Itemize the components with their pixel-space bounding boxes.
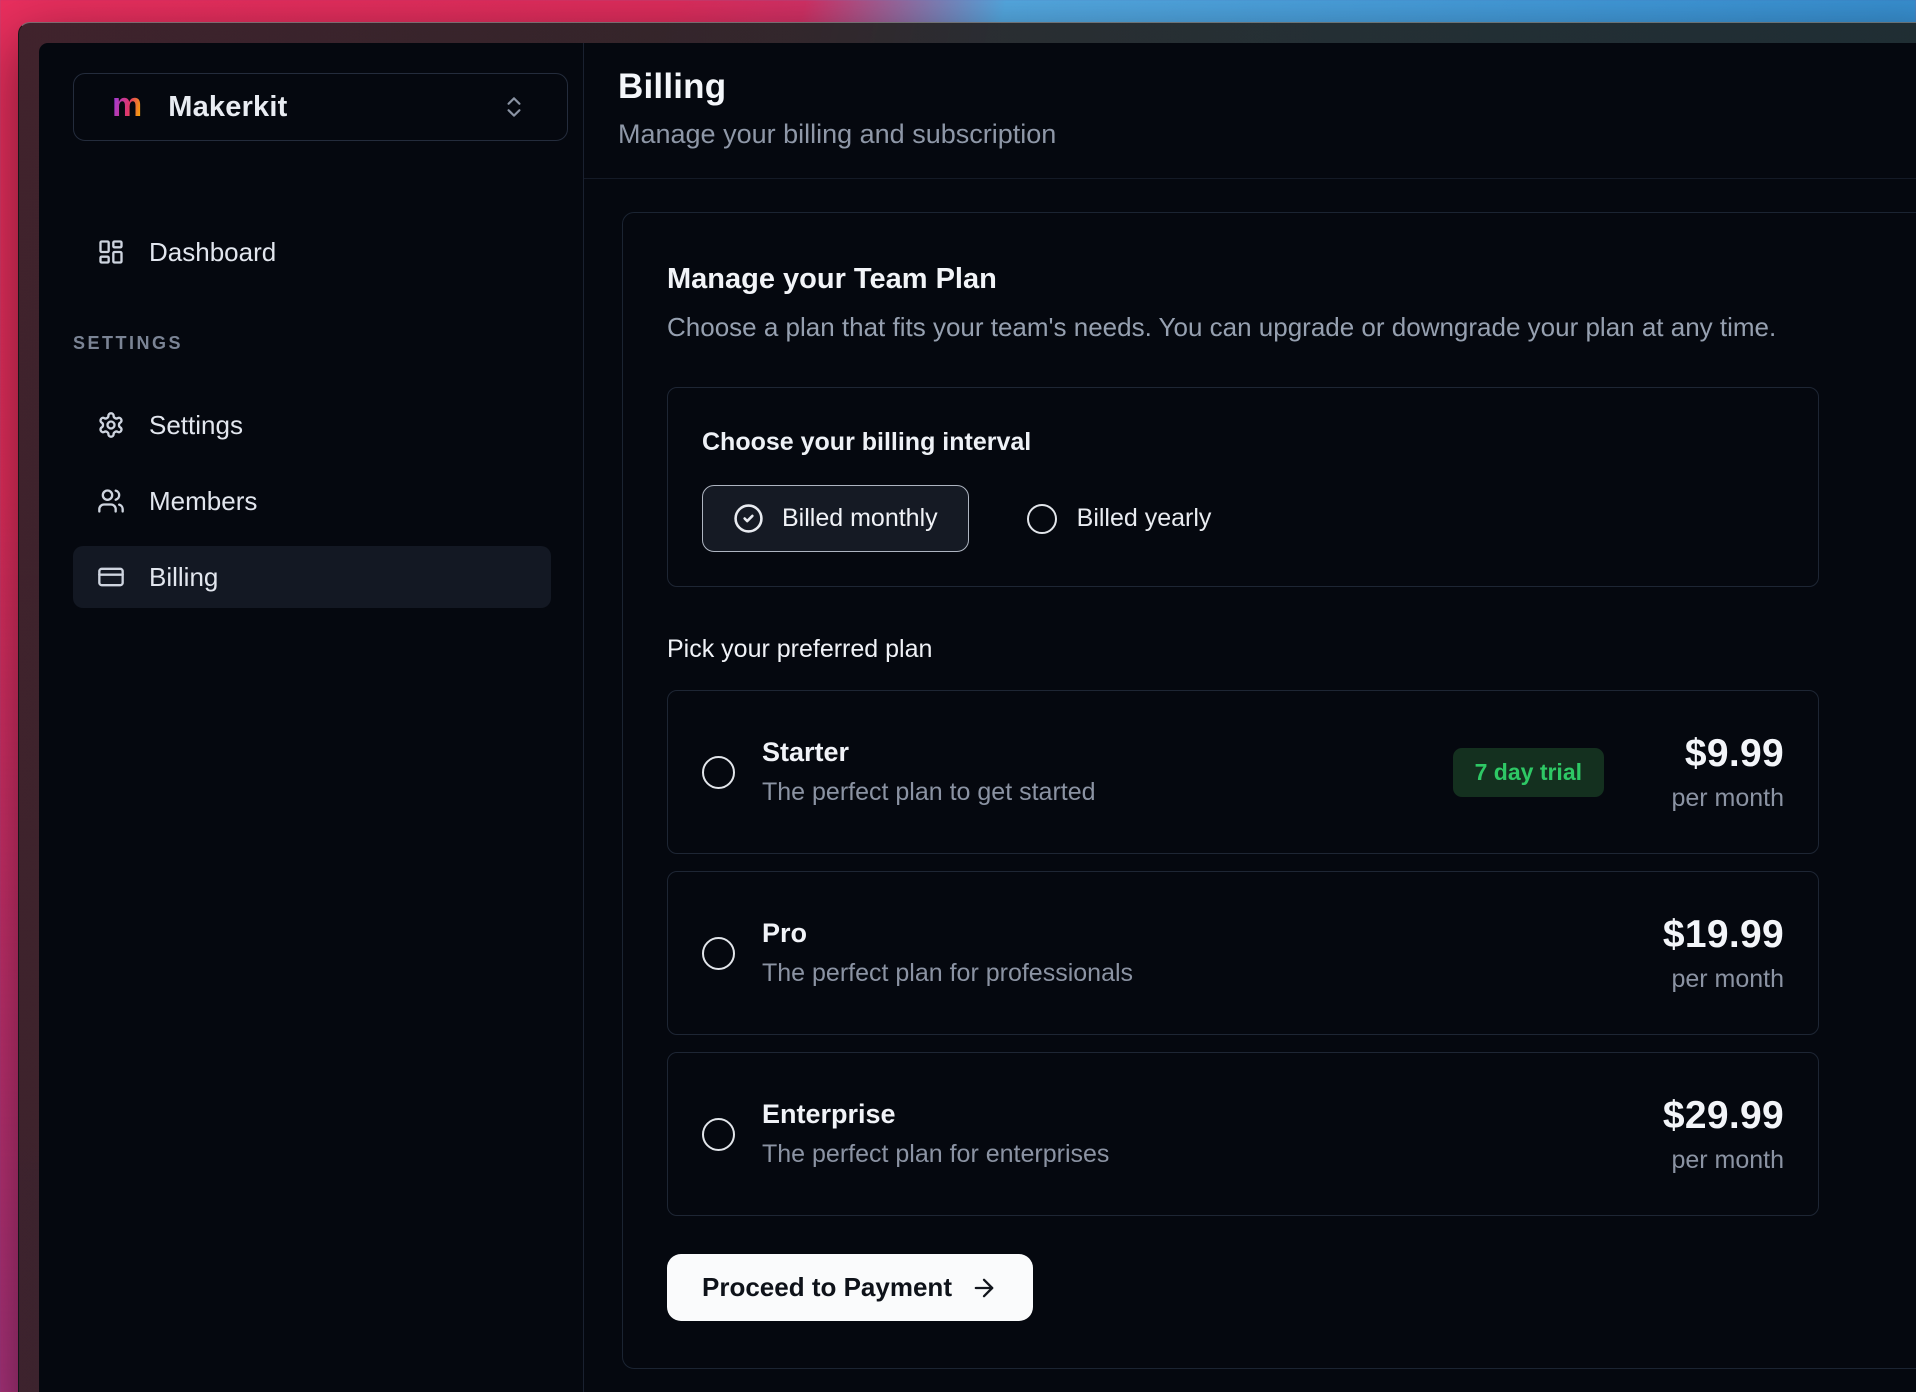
credit-card-icon <box>97 563 125 591</box>
sidebar-item-settings[interactable]: Settings <box>73 394 551 456</box>
sidebar-item-label: Members <box>149 486 257 517</box>
billed-yearly-option[interactable]: Billed yearly <box>1027 504 1212 534</box>
plan-row-pro[interactable]: Pro The perfect plan for professionals $… <box>667 871 1819 1035</box>
radio-circle-icon[interactable] <box>702 937 735 970</box>
price-column: $19.99 per month <box>1634 913 1784 994</box>
plan-period: per month <box>1671 1146 1784 1175</box>
sidebar-item-label: Settings <box>149 410 243 441</box>
page-subtitle: Manage your billing and subscription <box>618 119 1916 150</box>
chevrons-up-down-icon <box>501 94 527 120</box>
plan-name: Enterprise <box>762 1099 1109 1130</box>
team-selector[interactable]: m Makerkit <box>73 73 568 141</box>
proceed-to-payment-label: Proceed to Payment <box>702 1272 952 1303</box>
plan-description: The perfect plan for professionals <box>762 959 1133 988</box>
app-window: m Makerkit <box>18 22 1916 1392</box>
plan-info: Enterprise The perfect plan for enterpri… <box>762 1099 1109 1169</box>
sidebar-item-billing[interactable]: Billing <box>73 546 551 608</box>
plan-price: $19.99 <box>1663 913 1784 957</box>
trial-badge: 7 day trial <box>1453 748 1604 797</box>
plan-description: The perfect plan for enterprises <box>762 1140 1109 1169</box>
sidebar-item-label: Dashboard <box>149 237 276 268</box>
sidebar-nav: Dashboard SETTINGS Settings <box>73 221 551 608</box>
radio-circle-icon[interactable] <box>702 756 735 789</box>
card-title: Manage your Team Plan <box>667 263 1916 296</box>
users-icon <box>97 487 125 515</box>
billing-interval-options: Billed monthly Billed yearly <box>702 485 1784 552</box>
check-circle-icon <box>733 503 764 534</box>
plan-pricing: 7 day trial $9.99 per month <box>1453 732 1784 813</box>
sidebar-item-label: Billing <box>149 562 218 593</box>
sidebar-item-members[interactable]: Members <box>73 470 551 532</box>
sidebar: m Makerkit <box>39 43 584 1392</box>
billing-interval-box: Choose your billing interval Billed mont… <box>667 387 1819 587</box>
sidebar-item-dashboard[interactable]: Dashboard <box>73 221 551 283</box>
plan-pricing: $19.99 per month <box>1634 913 1784 994</box>
sidebar-settings-group: Settings Members <box>73 394 551 608</box>
billed-monthly-label: Billed monthly <box>782 504 938 533</box>
price-column: $29.99 per month <box>1634 1094 1784 1175</box>
page-header: Billing Manage your billing and subscrip… <box>584 43 1916 179</box>
arrow-right-icon <box>970 1274 998 1302</box>
team-name: Makerkit <box>168 91 287 124</box>
app-content: m Makerkit <box>39 43 1916 1392</box>
billed-yearly-label: Billed yearly <box>1077 504 1212 533</box>
plan-pricing: $29.99 per month <box>1634 1094 1784 1175</box>
pick-plan-label: Pick your preferred plan <box>667 635 1916 664</box>
card-description: Choose a plan that fits your team's need… <box>667 312 1916 343</box>
gear-icon <box>97 411 125 439</box>
radio-circle-icon <box>1027 504 1057 534</box>
page-title: Billing <box>618 67 1916 107</box>
plan-info: Pro The perfect plan for professionals <box>762 918 1133 988</box>
radio-circle-icon[interactable] <box>702 1118 735 1151</box>
makerkit-logo: m <box>112 88 142 122</box>
plan-info: Starter The perfect plan to get started <box>762 737 1096 807</box>
price-column: $9.99 per month <box>1634 732 1784 813</box>
plan-list: Starter The perfect plan to get started … <box>667 690 1819 1216</box>
dashboard-icon <box>97 238 125 266</box>
plan-name: Starter <box>762 737 1096 768</box>
plan-period: per month <box>1671 965 1784 994</box>
plan-row-enterprise[interactable]: Enterprise The perfect plan for enterpri… <box>667 1052 1819 1216</box>
sidebar-section-settings: SETTINGS <box>73 333 551 354</box>
plan-period: per month <box>1671 784 1784 813</box>
main-content: Billing Manage your billing and subscrip… <box>584 43 1916 1392</box>
plan-row-starter[interactable]: Starter The perfect plan to get started … <box>667 690 1819 854</box>
plan-price: $9.99 <box>1685 732 1784 776</box>
proceed-to-payment-button[interactable]: Proceed to Payment <box>667 1254 1033 1321</box>
team-plan-card: Manage your Team Plan Choose a plan that… <box>622 212 1916 1369</box>
billing-interval-label: Choose your billing interval <box>702 428 1784 457</box>
billed-monthly-option[interactable]: Billed monthly <box>702 485 969 552</box>
plan-description: The perfect plan to get started <box>762 778 1096 807</box>
plan-price: $29.99 <box>1663 1094 1784 1138</box>
plan-name: Pro <box>762 918 1133 949</box>
